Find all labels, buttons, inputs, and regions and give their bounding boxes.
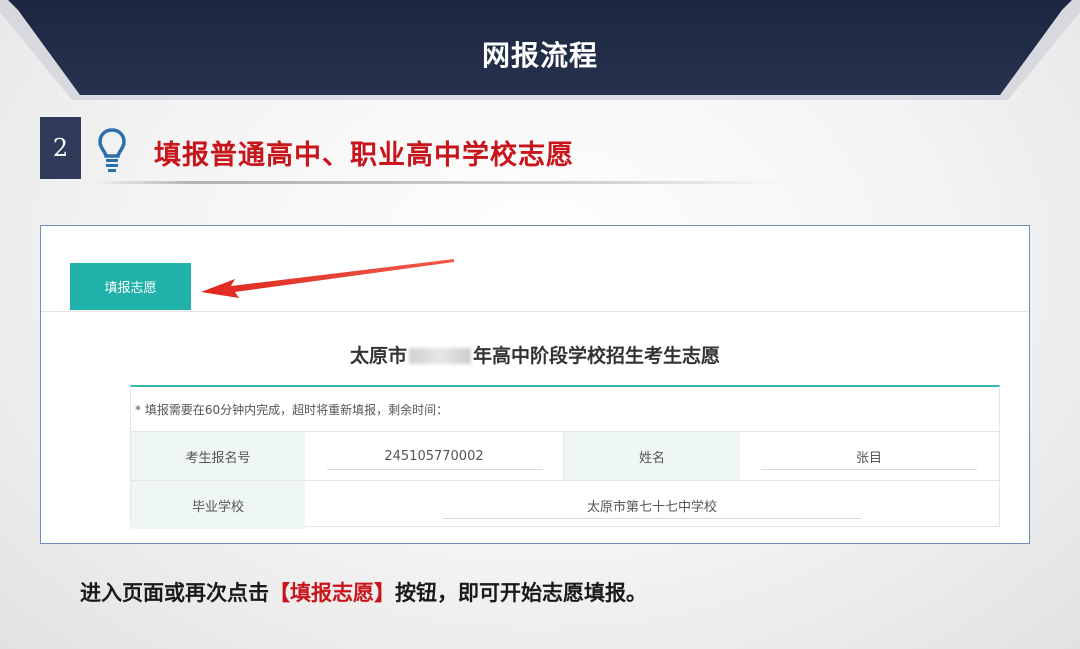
school-field: 太原市第七十七中学校 (305, 481, 999, 529)
tab-bar: 填报志愿 (41, 226, 1029, 312)
info-table: 考生报名号 245105770002 姓名 张目 毕业学校 太原市第七十七中学校 (131, 431, 999, 529)
exam-id-value: 245105770002 (384, 448, 484, 464)
time-notice: * 填报需要在60分钟内完成，超时将重新填报，剩余时间： (135, 403, 449, 417)
step-heading: 2 填报普通高中、职业高中学校志愿 (40, 117, 800, 187)
exam-id-field: 245105770002 (305, 432, 563, 480)
fill-application-button[interactable]: 填报志愿 (70, 263, 191, 310)
school-label: 毕业学校 (131, 481, 305, 529)
table-row: 考生报名号 245105770002 姓名 张目 (131, 432, 999, 481)
field-underline (761, 469, 977, 470)
school-value: 太原市第七十七中学校 (586, 499, 717, 515)
lightbulb-icon (98, 128, 126, 172)
caption-before: 进入页面或再次点击 (80, 581, 269, 605)
page-title: 网报流程 (481, 39, 598, 72)
applicant-form: * 填报需要在60分钟内完成，超时将重新填报，剩余时间： 考生报名号 24510… (130, 385, 1000, 529)
header-banner: 网报流程 (0, 0, 1080, 108)
name-value: 张目 (855, 450, 882, 466)
divider (92, 181, 782, 184)
form-title-suffix: 年高中阶段学校招生考生志愿 (473, 345, 721, 367)
instruction-caption: 进入页面或再次点击【填报志愿】按钮，即可开始志愿填报。 (80, 577, 647, 607)
step-title: 填报普通高中、职业高中学校志愿 (154, 140, 574, 171)
field-underline (443, 518, 861, 519)
caption-after: 按钮，即可开始志愿填报。 (395, 581, 647, 605)
caption-highlight: 【填报志愿】 (269, 581, 395, 605)
name-label: 姓名 (563, 432, 740, 480)
exam-id-label: 考生报名号 (131, 432, 305, 480)
field-underline (327, 469, 543, 470)
screenshot-panel: 填报志愿 太原市 年高中阶段学校招生考生志愿 * 填报需要在60分钟内完成，超时将… (40, 225, 1030, 544)
step-number: 2 (40, 117, 81, 179)
form-title-prefix: 太原市 (349, 345, 407, 367)
form-title: 太原市 年高中阶段学校招生考生志愿 (41, 341, 1029, 368)
name-field: 张目 (739, 432, 999, 480)
red-arrow-icon (201, 259, 454, 298)
blurred-year (409, 348, 471, 364)
table-row: 毕业学校 太原市第七十七中学校 (131, 481, 999, 529)
